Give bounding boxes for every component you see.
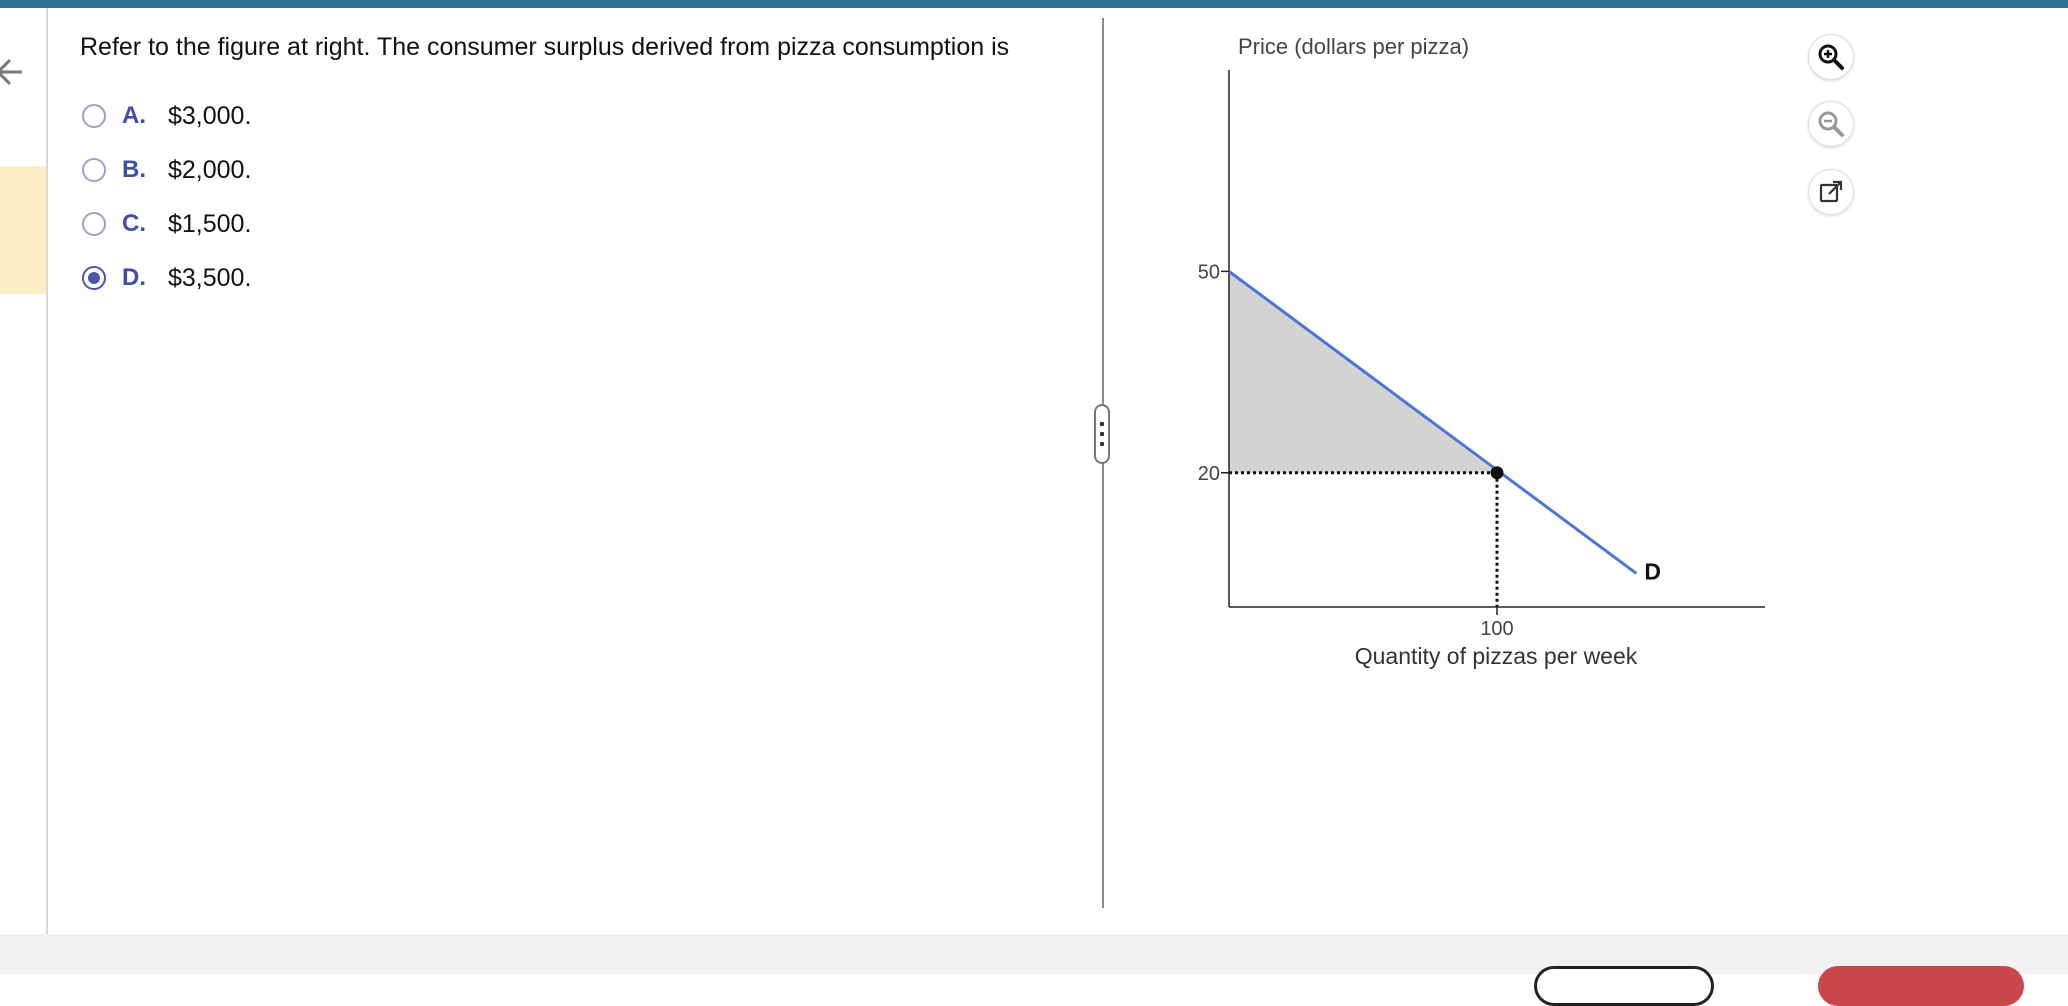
choice-text: $2,000.: [168, 155, 252, 184]
zoom-in-icon: [1818, 44, 1844, 70]
demand-curve-label: D: [1644, 558, 1661, 584]
popout-button[interactable]: [1808, 169, 1854, 215]
zoom-out-icon: [1818, 111, 1844, 137]
y-tick-label: 20: [1198, 463, 1220, 485]
y-tick-label: 50: [1198, 261, 1220, 283]
grip-dot: [1100, 422, 1104, 426]
question-highlight-marker: [0, 166, 46, 294]
footer-primary-button[interactable]: [1818, 966, 2024, 1006]
consumer-surplus-chart: Price (dollars per pizza) Quantity of pi…: [1198, 34, 1765, 669]
choice-d[interactable]: D. $3,500.: [82, 258, 482, 298]
radio-button-selected[interactable]: [82, 266, 106, 290]
grip-dot: [1100, 432, 1104, 436]
radio-button[interactable]: [82, 158, 106, 182]
choice-c[interactable]: C. $1,500.: [82, 204, 482, 244]
y-axis-label: Price (dollars per pizza): [1238, 34, 1469, 59]
zoom-out-button[interactable]: [1808, 101, 1854, 147]
pane-resize-handle[interactable]: [1094, 404, 1110, 464]
question-text: Refer to the figure at right. The consum…: [80, 33, 1010, 61]
x-tick-label: 100: [1480, 618, 1513, 640]
choice-text: $3,000.: [168, 101, 252, 130]
choice-letter: A.: [122, 102, 146, 129]
equilibrium-point: [1490, 466, 1504, 480]
choice-a[interactable]: A. $3,000.: [82, 96, 482, 136]
radio-button[interactable]: [82, 104, 106, 128]
choice-b[interactable]: B. $2,000.: [82, 150, 482, 190]
back-arrow-icon[interactable]: [0, 50, 28, 94]
radio-button[interactable]: [82, 212, 106, 236]
external-link-icon: [1819, 180, 1843, 203]
top-bar: [0, 0, 2068, 8]
footer-bar: [0, 934, 2068, 974]
choice-text: $1,500.: [168, 209, 252, 238]
footer-secondary-button[interactable]: [1534, 966, 1714, 1006]
choice-letter: D.: [122, 264, 146, 291]
zoom-in-button[interactable]: [1808, 34, 1854, 80]
grip-dot: [1100, 442, 1104, 446]
x-axis-label: Quantity of pizzas per week: [1355, 643, 1638, 669]
radio-dot: [88, 272, 100, 284]
choice-letter: C.: [122, 210, 146, 237]
choice-letter: B.: [122, 156, 146, 183]
choice-text: $3,500.: [168, 263, 252, 292]
left-rail-divider: [46, 8, 48, 934]
